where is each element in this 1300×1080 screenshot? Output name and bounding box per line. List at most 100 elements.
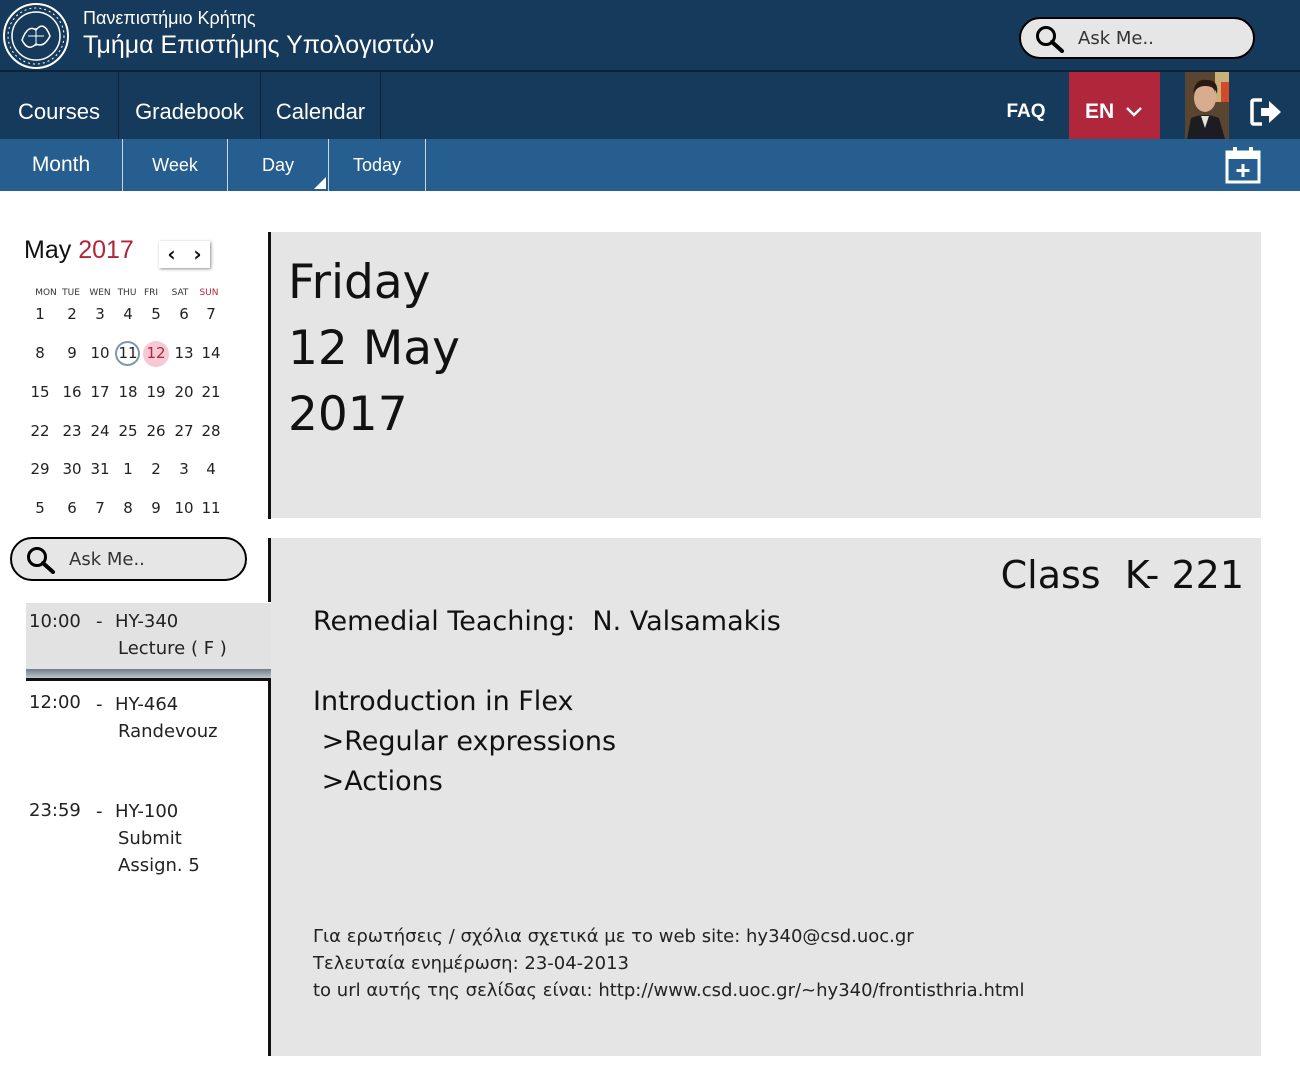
calendar-day[interactable]: 6	[58, 499, 86, 517]
event-detail: Assign. 5	[118, 855, 200, 876]
calendar-day[interactable]: 4	[197, 460, 225, 478]
view-day[interactable]: Day	[228, 139, 329, 191]
calendar-day[interactable]: 6	[170, 305, 198, 323]
event-separator: -	[96, 694, 103, 715]
day-date: 12 May	[288, 321, 460, 376]
calendar-day[interactable]: 29	[26, 460, 54, 478]
calendar-day[interactable]: 10	[86, 344, 114, 362]
view-today[interactable]: Today	[329, 139, 426, 191]
calendar-day[interactable]: 17	[86, 383, 114, 401]
search-icon	[1036, 26, 1064, 53]
event-separator: -	[96, 801, 103, 822]
view-month[interactable]: Month	[0, 139, 123, 191]
calendar-day[interactable]: 3	[86, 305, 114, 323]
event-detail: Submit	[118, 828, 182, 849]
calendar-day[interactable]: 7	[86, 499, 114, 517]
calendar-day[interactable]: 26	[142, 422, 170, 440]
chevron-right-icon[interactable]: ›	[185, 241, 210, 268]
calendar-day[interactable]: 20	[170, 383, 198, 401]
calendar-day[interactable]: 4	[114, 305, 142, 323]
calendar-day[interactable]: 9	[142, 499, 170, 517]
nav-gradebook[interactable]: Gradebook	[119, 72, 261, 139]
calendar-day[interactable]: 5	[142, 305, 170, 323]
top-header: Πανεπιστήμιο Κρήτης Τμήμα Επιστήμης Υπολ…	[0, 0, 1300, 72]
event-subtopic: >Actions	[313, 766, 443, 797]
weekday-header: TUE	[62, 288, 80, 298]
calendar-day[interactable]: 8	[114, 499, 142, 517]
calendar-day[interactable]: 19	[142, 383, 170, 401]
weekday-header: SUN	[199, 288, 219, 298]
university-name: Πανεπιστήμιο Κρήτης	[83, 8, 256, 28]
calendar-day[interactable]: 2	[142, 460, 170, 478]
view-week[interactable]: Week	[123, 139, 228, 191]
month-nav-arrows: ‹ ›	[159, 241, 210, 268]
weekday-header: SAT	[171, 288, 189, 298]
side-search-input[interactable]: Ask Me..	[10, 537, 247, 581]
weekday-header: WEN	[89, 288, 111, 298]
calendar-day[interactable]: 27	[170, 422, 198, 440]
calendar-day[interactable]: 15	[26, 383, 54, 401]
calendar-day[interactable]: 14	[197, 344, 225, 362]
calendar-day[interactable]: 9	[58, 344, 86, 362]
calendar-day[interactable]: 16	[58, 383, 86, 401]
footer-contact: Για ερωτήσεις / σχόλια σχετικά με το web…	[313, 926, 914, 947]
calendar-day[interactable]: 24	[86, 422, 114, 440]
calendar-day[interactable]: 7	[197, 305, 225, 323]
view-day-label: Day	[261, 155, 294, 175]
nav-courses[interactable]: Courses	[0, 72, 119, 139]
search-placeholder: Ask Me..	[69, 549, 145, 570]
event-time: 12:00	[29, 692, 81, 713]
calendar-day[interactable]: 2	[58, 305, 86, 323]
weekday-header: FRI	[143, 288, 159, 298]
footer-url: to url αυτής της σελίδας είναι: http://w…	[313, 980, 1025, 1001]
calendar-day[interactable]: 13	[170, 344, 198, 362]
calendar-day[interactable]: 11	[114, 344, 142, 362]
mini-calendar-title: May 2017	[24, 236, 134, 265]
day-year: 2017	[288, 387, 408, 442]
logout-icon[interactable]	[1249, 97, 1283, 127]
nav-calendar[interactable]: Calendar	[261, 72, 381, 139]
day-weekday: Friday	[288, 255, 431, 310]
event-detail: Randevouz	[118, 721, 218, 742]
search-icon	[27, 547, 55, 574]
event-subtopic: >Regular expressions	[313, 726, 617, 757]
department-name[interactable]: Τμήμα Επιστήμης Υπολογιστών	[83, 31, 434, 60]
event-underline	[26, 678, 271, 681]
calendar-day[interactable]: 12	[142, 344, 170, 362]
event-topic: Introduction in Flex	[313, 686, 574, 717]
header-search-input[interactable]: Ask Me..	[1019, 17, 1255, 59]
event-teaching: Remedial Teaching: N. Valsamakis	[313, 606, 781, 637]
calendar-day[interactable]: 23	[58, 422, 86, 440]
event-separator: -	[96, 611, 103, 632]
calendar-day[interactable]: 10	[170, 499, 198, 517]
calendar-day[interactable]: 28	[197, 422, 225, 440]
calendar-add-icon[interactable]	[1225, 146, 1261, 184]
dropdown-corner-icon	[314, 177, 326, 189]
calendar-day[interactable]: 30	[58, 460, 86, 478]
calendar-day[interactable]: 18	[114, 383, 142, 401]
mini-calendar-year: 2017	[78, 236, 134, 264]
calendar-day[interactable]: 22	[26, 422, 54, 440]
calendar-day[interactable]: 31	[86, 460, 114, 478]
language-selector[interactable]: EN	[1069, 72, 1160, 139]
language-label: EN	[1085, 100, 1115, 123]
calendar-day[interactable]: 3	[170, 460, 198, 478]
calendar-day[interactable]: 8	[26, 344, 54, 362]
main-nav: Courses Gradebook Calendar FAQ EN	[0, 72, 1300, 139]
event-time: 23:59	[29, 800, 81, 821]
event-course[interactable]: HY-100	[115, 801, 178, 822]
calendar-day[interactable]: 25	[114, 422, 142, 440]
chevron-left-icon[interactable]: ‹	[159, 241, 184, 268]
event-course[interactable]: HY-464	[115, 694, 178, 715]
avatar[interactable]	[1185, 72, 1229, 139]
calendar-day[interactable]: 5	[26, 499, 54, 517]
university-seal-icon[interactable]	[2, 2, 70, 70]
calendar-day[interactable]: 1	[26, 305, 54, 323]
calendar-day[interactable]: 11	[197, 499, 225, 517]
calendar-day[interactable]: 1	[114, 460, 142, 478]
calendar-day[interactable]: 21	[197, 383, 225, 401]
search-placeholder: Ask Me..	[1078, 28, 1154, 49]
nav-faq[interactable]: FAQ	[1000, 72, 1052, 139]
view-switcher: Month Week Day Today	[0, 139, 1300, 191]
weekday-header: MON	[35, 288, 57, 298]
